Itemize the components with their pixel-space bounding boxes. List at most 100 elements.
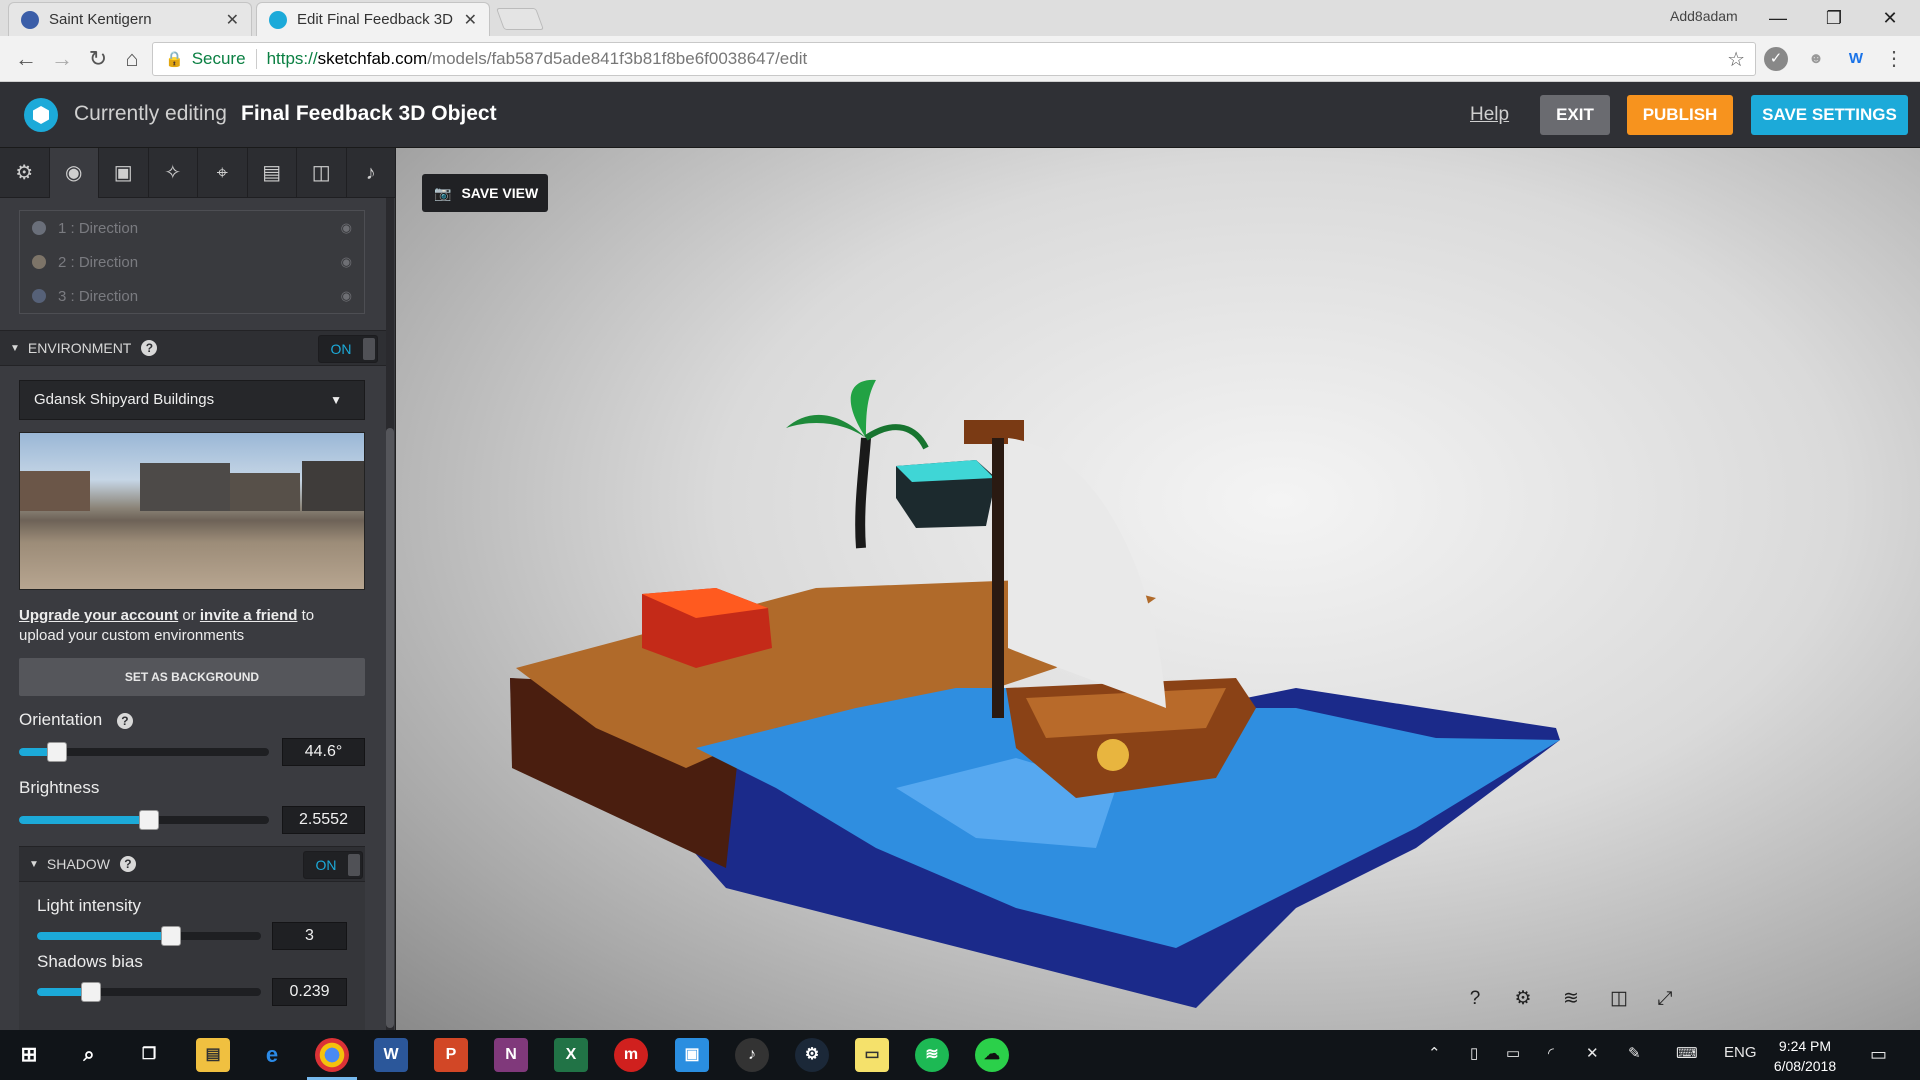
clock[interactable]: 9:24 PM 6/08/2018 <box>1770 1036 1840 1076</box>
film-icon[interactable]: ▤ <box>248 148 297 198</box>
tab-edit-feedback[interactable]: Edit Final Feedback 3D O ✕ <box>256 2 490 36</box>
help-icon[interactable]: ? <box>1462 986 1488 1012</box>
panel-scrollbar[interactable] <box>386 198 394 1030</box>
file-explorer-icon[interactable]: ▤ <box>196 1038 230 1072</box>
eye-icon[interactable]: ◉ <box>341 254 352 270</box>
collapse-caret-icon[interactable]: ▼ <box>10 343 20 354</box>
slider-handle[interactable] <box>46 742 67 762</box>
edge-icon[interactable]: e <box>255 1038 289 1072</box>
steam-icon[interactable]: ⚙ <box>795 1038 829 1072</box>
excel-icon[interactable]: X <box>554 1038 588 1072</box>
forward-icon[interactable]: → <box>48 45 76 73</box>
collapse-caret-icon[interactable]: ▼ <box>29 859 39 870</box>
close-tab-icon[interactable]: ✕ <box>226 10 239 30</box>
url-text[interactable]: https://sketchfab.com/models/fab587d5ade… <box>267 49 808 69</box>
restore-icon[interactable]: ❐ <box>1804 4 1864 32</box>
shadows-bias-value[interactable]: 0.239 <box>272 978 347 1006</box>
sound-icon[interactable]: ♪ <box>347 148 396 198</box>
notifications-icon[interactable]: ▭ <box>1870 1044 1887 1065</box>
environment-select[interactable]: Gdansk Shipyard Buildings ▼ <box>19 380 365 420</box>
new-tab-button[interactable] <box>495 8 545 30</box>
invite-friend-link[interactable]: invite a friend <box>200 607 298 624</box>
help-icon[interactable]: ? <box>116 713 133 729</box>
volume-muted-icon[interactable]: ✕ <box>1586 1044 1599 1062</box>
set-as-background-button[interactable]: SET AS BACKGROUND <box>19 658 365 696</box>
light-intensity-value[interactable]: 3 <box>272 922 347 950</box>
search-icon[interactable]: ⌕ <box>72 1038 106 1072</box>
sketchfab-logo-icon[interactable] <box>24 98 58 132</box>
layers-icon[interactable]: ≋ <box>1558 986 1584 1012</box>
task-view-icon[interactable]: ❐ <box>132 1038 166 1072</box>
settings-icon[interactable]: ⚙ <box>1510 986 1536 1012</box>
save-settings-button[interactable]: SAVE SETTINGS <box>1751 95 1908 135</box>
home-icon[interactable]: ⌂ <box>118 45 146 73</box>
publish-button[interactable]: PUBLISH <box>1627 95 1733 135</box>
tab-saint-kentigern[interactable]: Saint Kentigern ✕ <box>8 2 252 36</box>
environment-section-header[interactable]: ▼ ENVIRONMENT ? ON <box>0 330 386 366</box>
cloud-app-icon[interactable]: ☁ <box>975 1038 1009 1072</box>
minimize-icon[interactable]: — <box>1748 4 1808 32</box>
reload-icon[interactable]: ↻ <box>84 45 112 73</box>
profile-name[interactable]: Add8adam <box>1670 8 1738 24</box>
fullscreen-icon[interactable]: ⤢ <box>1652 986 1678 1012</box>
back-icon[interactable]: ← <box>12 45 40 73</box>
app-clef-icon[interactable]: ♪ <box>735 1038 769 1072</box>
sticky-notes-icon[interactable]: ▭ <box>855 1038 889 1072</box>
pen-icon[interactable]: ✎ <box>1628 1044 1641 1062</box>
shadows-bias-slider[interactable] <box>37 982 261 1002</box>
exit-button[interactable]: EXIT <box>1540 95 1610 135</box>
map-pin-icon[interactable]: ⌖ <box>198 148 248 198</box>
shadow-section-header[interactable]: ▼ SHADOW ? ON <box>19 846 365 882</box>
vr-icon[interactable]: ◫ <box>297 148 347 198</box>
battery-icon[interactable]: ▭ <box>1506 1044 1520 1062</box>
light-item[interactable]: 2 : Direction ◉ <box>20 245 364 279</box>
3d-viewport[interactable]: 📷 SAVE VIEW ? ⚙ ≋ ◫ ⤢ <box>396 148 1920 1030</box>
light-item[interactable]: 3 : Direction ◉ <box>20 279 364 313</box>
scrollbar-thumb[interactable] <box>386 428 394 1028</box>
light-item[interactable]: 1 : Direction ◉ <box>20 211 364 245</box>
image-icon[interactable]: ▣ <box>99 148 149 198</box>
slider-handle[interactable] <box>139 810 159 830</box>
word-icon[interactable]: W <box>374 1038 408 1072</box>
language-indicator[interactable]: ENG <box>1724 1044 1757 1061</box>
spotify-icon[interactable]: ≋ <box>915 1038 949 1072</box>
close-window-icon[interactable]: ✕ <box>1860 4 1920 32</box>
environment-toggle[interactable]: ON <box>318 335 378 363</box>
app-m-icon[interactable]: m <box>614 1038 648 1072</box>
chrome-icon[interactable] <box>315 1038 349 1072</box>
wifi-icon[interactable]: ◜ <box>1548 1044 1554 1062</box>
upgrade-account-link[interactable]: Upgrade your account <box>19 607 178 624</box>
eye-icon[interactable]: ◉ <box>341 220 352 236</box>
brightness-slider[interactable] <box>19 810 269 830</box>
lightbulb-icon[interactable]: ◉ <box>49 148 99 198</box>
gear-icon[interactable]: ⚙ <box>0 148 50 198</box>
usb-icon[interactable]: ▯ <box>1470 1044 1478 1062</box>
3d-scene[interactable] <box>396 148 1920 1030</box>
slider-handle[interactable] <box>161 926 182 946</box>
shadow-toggle[interactable]: ON <box>303 851 363 879</box>
close-tab-icon[interactable]: ✕ <box>464 10 477 30</box>
tray-overflow-icon[interactable]: ⌃ <box>1428 1044 1441 1062</box>
app-blue-icon[interactable]: ▣ <box>675 1038 709 1072</box>
orientation-value[interactable]: 44.6° <box>282 738 365 766</box>
help-icon[interactable]: ? <box>119 856 136 872</box>
light-intensity-slider[interactable] <box>37 926 261 946</box>
magic-wand-icon[interactable]: ✧ <box>149 148 198 198</box>
keyboard-icon[interactable]: ⌨ <box>1676 1044 1698 1062</box>
brightness-value[interactable]: 2.5552 <box>282 806 365 834</box>
slider-handle[interactable] <box>80 982 101 1002</box>
help-link[interactable]: Help <box>1470 104 1509 126</box>
extension-w-icon[interactable]: W <box>1844 47 1868 71</box>
bookmark-star-icon[interactable]: ☆ <box>1727 47 1745 72</box>
orientation-slider[interactable] <box>19 742 269 762</box>
powerpoint-icon[interactable]: P <box>434 1038 468 1072</box>
chrome-menu-icon[interactable]: ⋮ <box>1882 47 1906 71</box>
start-icon[interactable]: ⊞ <box>12 1038 46 1072</box>
extension-check-icon[interactable]: ✓ <box>1764 47 1788 71</box>
help-icon[interactable]: ? <box>141 340 158 356</box>
onenote-icon[interactable]: N <box>494 1038 528 1072</box>
vr-icon[interactable]: ◫ <box>1606 986 1632 1012</box>
eye-icon[interactable]: ◉ <box>341 288 352 304</box>
extension-ghost-icon[interactable]: ☻ <box>1804 47 1828 71</box>
address-bar[interactable]: 🔒 Secure https://sketchfab.com/models/fa… <box>152 42 1756 76</box>
